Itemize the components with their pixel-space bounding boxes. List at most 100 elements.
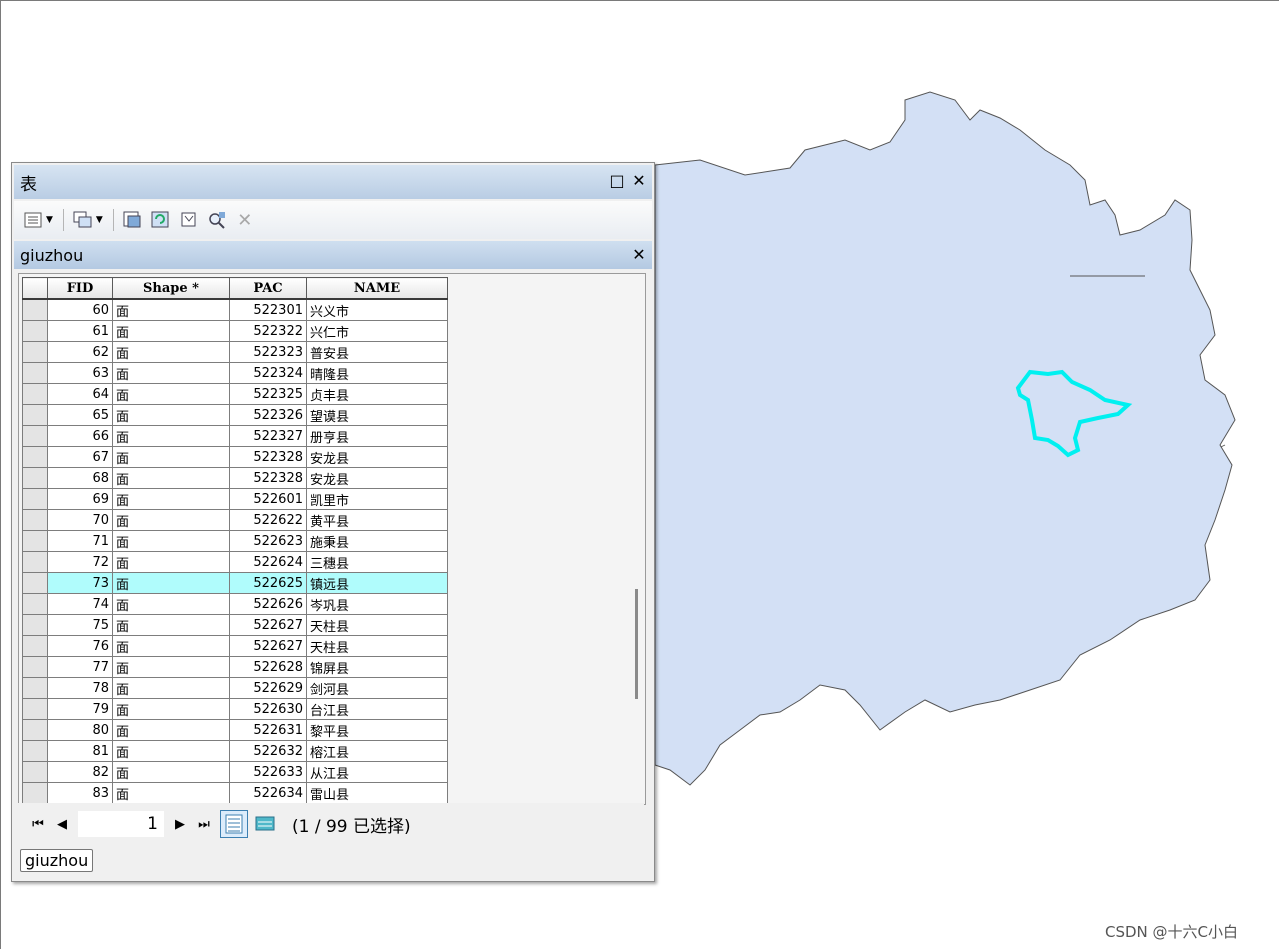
cell-fid: 68 <box>47 467 113 489</box>
scrollbar-thumb[interactable] <box>635 589 638 699</box>
delete-selected-icon[interactable]: ✕ <box>234 209 256 231</box>
row-selector[interactable] <box>22 677 48 699</box>
related-tables-icon[interactable] <box>72 209 94 231</box>
row-selector[interactable] <box>22 488 48 510</box>
cell-fid: 70 <box>47 509 113 531</box>
cell-name: 黄平县 <box>306 509 448 531</box>
layer-tab-header[interactable]: giuzhou ✕ <box>14 241 652 269</box>
cell-shape: 面 <box>112 488 230 510</box>
table-row[interactable]: 76 面 522627 天柱县 <box>22 635 448 657</box>
table-row[interactable]: 70 面 522622 黄平县 <box>22 509 448 531</box>
chevron-down-icon[interactable]: ▼ <box>46 215 53 225</box>
cell-fid: 82 <box>47 761 113 783</box>
attribute-table-window[interactable]: 表 □ ✕ ▼ ▼ ✕ giuzhou ✕ FID Shape * PAC NA… <box>11 162 655 882</box>
clear-selection-icon[interactable] <box>178 209 200 231</box>
row-selector[interactable] <box>22 509 48 531</box>
table-row[interactable]: 73 面 522625 镇远县 <box>22 572 448 594</box>
table-row[interactable]: 79 面 522630 台江县 <box>22 698 448 720</box>
cell-fid: 61 <box>47 320 113 342</box>
table-row[interactable]: 78 面 522629 剑河县 <box>22 677 448 699</box>
previous-record-icon[interactable]: ◀ <box>50 817 74 832</box>
row-selector[interactable] <box>22 530 48 552</box>
row-selector[interactable] <box>22 551 48 573</box>
switch-selection-icon[interactable] <box>150 209 172 231</box>
zoom-to-selected-icon[interactable] <box>206 209 228 231</box>
row-selector-header[interactable] <box>22 277 48 300</box>
cell-name: 凯里市 <box>306 488 448 510</box>
table-navigation-bar: ⏮ ◀ 1 ▶ ⏭ (1 / 99 已选择) <box>18 803 644 845</box>
row-selector[interactable] <box>22 698 48 720</box>
cell-shape: 面 <box>112 698 230 720</box>
cell-pac: 522328 <box>229 446 307 468</box>
row-selector[interactable] <box>22 719 48 741</box>
table-row[interactable]: 82 面 522633 从江县 <box>22 761 448 783</box>
row-selector[interactable] <box>22 467 48 489</box>
table-row[interactable]: 61 面 522322 兴仁市 <box>22 320 448 342</box>
cell-name: 安龙县 <box>306 446 448 468</box>
table-options-icon[interactable] <box>22 209 44 231</box>
table-row[interactable]: 80 面 522631 黎平县 <box>22 719 448 741</box>
show-all-records-icon[interactable] <box>220 810 248 838</box>
select-by-attributes-icon[interactable] <box>122 209 144 231</box>
cell-name: 黎平县 <box>306 719 448 741</box>
column-header-shape[interactable]: Shape * <box>112 277 230 300</box>
table-row[interactable]: 81 面 522632 榕江县 <box>22 740 448 762</box>
table-row[interactable]: 62 面 522323 普安县 <box>22 341 448 363</box>
row-selector[interactable] <box>22 362 48 384</box>
row-selector[interactable] <box>22 298 48 321</box>
close-layer-tab-button[interactable]: ✕ <box>630 245 648 265</box>
row-selector[interactable] <box>22 782 48 804</box>
record-number-input[interactable]: 1 <box>78 811 164 837</box>
show-selected-records-icon[interactable] <box>252 811 278 837</box>
row-selector[interactable] <box>22 740 48 762</box>
table-header-row: FID Shape * PAC NAME <box>22 277 448 300</box>
table-row[interactable]: 71 面 522623 施秉县 <box>22 530 448 552</box>
cell-shape: 面 <box>112 782 230 804</box>
row-selector[interactable] <box>22 404 48 426</box>
attribute-table: FID Shape * PAC NAME 60 面 522301 兴义市 61 面 5223… <box>22 277 448 804</box>
cell-name: 台江县 <box>306 698 448 720</box>
cell-fid: 60 <box>47 298 113 321</box>
table-row[interactable]: 68 面 522328 安龙县 <box>22 467 448 489</box>
next-record-icon[interactable]: ▶ <box>168 817 192 832</box>
attribute-grid[interactable]: FID Shape * PAC NAME 60 面 522301 兴义市 61 面 5223… <box>18 273 646 805</box>
row-selector[interactable] <box>22 572 48 594</box>
chevron-down-icon[interactable]: ▼ <box>96 215 103 225</box>
table-row[interactable]: 69 面 522601 凯里市 <box>22 488 448 510</box>
table-row[interactable]: 74 面 522626 岑巩县 <box>22 593 448 615</box>
restore-button[interactable]: □ <box>608 171 626 191</box>
province-outline <box>654 91 1236 786</box>
first-record-icon[interactable]: ⏮ <box>26 817 50 832</box>
table-row[interactable]: 67 面 522328 安龙县 <box>22 446 448 468</box>
table-row[interactable]: 83 面 522634 雷山县 <box>22 782 448 804</box>
table-row[interactable]: 75 面 522627 天柱县 <box>22 614 448 636</box>
row-selector[interactable] <box>22 761 48 783</box>
row-selector[interactable] <box>22 446 48 468</box>
row-selector[interactable] <box>22 614 48 636</box>
cell-fid: 79 <box>47 698 113 720</box>
table-row[interactable]: 66 面 522327 册亨县 <box>22 425 448 447</box>
table-row[interactable]: 72 面 522624 三穗县 <box>22 551 448 573</box>
column-header-fid[interactable]: FID <box>47 277 113 300</box>
cell-pac: 522325 <box>229 383 307 405</box>
table-row[interactable]: 64 面 522325 贞丰县 <box>22 383 448 405</box>
bottom-layer-tab[interactable]: giuzhou <box>20 849 94 872</box>
row-selector[interactable] <box>22 656 48 678</box>
last-record-icon[interactable]: ⏭ <box>192 817 216 832</box>
table-row[interactable]: 60 面 522301 兴义市 <box>22 298 448 321</box>
row-selector[interactable] <box>22 635 48 657</box>
table-row[interactable]: 65 面 522326 望谟县 <box>22 404 448 426</box>
table-titlebar[interactable]: 表 □ ✕ <box>14 165 652 199</box>
row-selector[interactable] <box>22 425 48 447</box>
vertical-scrollbar[interactable] <box>629 274 645 804</box>
column-header-name[interactable]: NAME <box>306 277 448 300</box>
row-selector[interactable] <box>22 593 48 615</box>
close-button[interactable]: ✕ <box>630 171 648 191</box>
cell-shape: 面 <box>112 425 230 447</box>
column-header-pac[interactable]: PAC <box>229 277 307 300</box>
row-selector[interactable] <box>22 320 48 342</box>
row-selector[interactable] <box>22 341 48 363</box>
table-row[interactable]: 77 面 522628 锦屏县 <box>22 656 448 678</box>
table-row[interactable]: 63 面 522324 晴隆县 <box>22 362 448 384</box>
row-selector[interactable] <box>22 383 48 405</box>
